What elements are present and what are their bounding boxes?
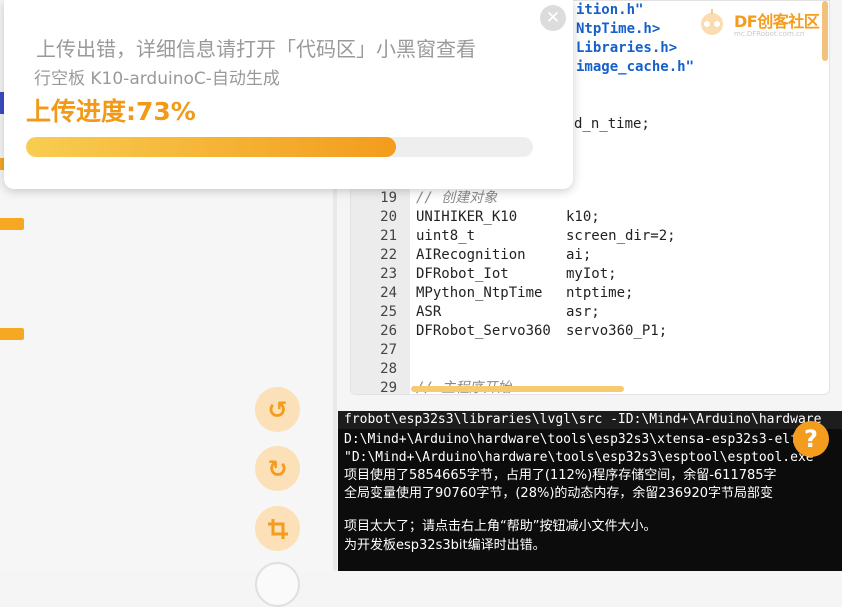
- code-variable: servo360_P1;: [566, 323, 668, 339]
- redo-button[interactable]: ↻: [255, 446, 300, 491]
- code-line: 20 UNIHIKER_K10 k10;: [351, 208, 829, 227]
- line-number: 21: [380, 228, 397, 244]
- code-line: 19 // 创建对象: [351, 189, 829, 208]
- close-button[interactable]: ✕: [540, 5, 566, 31]
- code-type: MPython_NtpTime: [416, 285, 543, 301]
- code-line: 21 uint8_t screen_dir=2;: [351, 227, 829, 246]
- line-number: 27: [380, 342, 397, 358]
- robot-logo-icon: [701, 9, 723, 35]
- line-number: 19: [380, 190, 397, 206]
- terminal-line: 项目太大了；请点击右上角“帮助”按钮减小文件大小。: [344, 519, 657, 534]
- code-line: 27: [351, 341, 829, 360]
- code-type: AIRecognition: [416, 247, 526, 263]
- terminal-line: 项目使用了5854665字节，占用了(112%)程序存储空间，余留-611785…: [344, 468, 777, 483]
- crop-button[interactable]: [255, 506, 300, 551]
- code-variable: screen_dir=2;: [566, 228, 676, 244]
- upload-progress-fill: [26, 137, 397, 157]
- upload-progress-label: 上传进度:73%: [26, 97, 196, 126]
- code-type: UNIHIKER_K10: [416, 209, 518, 225]
- df-community-logo[interactable]: DF创客社区 mc.DFRobot.com.cn: [690, 2, 828, 46]
- undo-icon: ↺: [267, 395, 288, 424]
- code-line: 24 MPython_NtpTime ntptime;: [351, 284, 829, 303]
- code-type: DFRobot_Servo360: [416, 323, 551, 339]
- code-type: ASR: [416, 304, 442, 320]
- dialog-title: 上传出错，详细信息请打开「代码区」小黑窗查看: [36, 37, 476, 61]
- close-icon: ✕: [545, 8, 561, 28]
- line-number: 28: [380, 361, 397, 377]
- line-number: 26: [380, 323, 397, 339]
- line-number: 23: [380, 266, 397, 282]
- question-icon: ?: [804, 425, 818, 453]
- undo-button[interactable]: ↺: [255, 387, 300, 432]
- code-comment: // 创建对象: [416, 190, 498, 206]
- workspace-block-tab[interactable]: [0, 218, 24, 230]
- zoom-button[interactable]: [255, 562, 300, 607]
- terminal-output[interactable]: frobot\esp32s3\libraries\lvgl\src -ID:\M…: [338, 411, 842, 571]
- code-type: DFRobot_Iot: [416, 266, 509, 282]
- upload-progress-dialog: 上传出错，详细信息请打开「代码区」小黑窗查看 行空板 K10-arduinoC-…: [4, 0, 573, 189]
- code-type: uint8_t: [416, 228, 476, 244]
- terminal-line: "D:\Mind+\Arduino\hardware\tools\esp32s3…: [344, 450, 822, 465]
- line-number: 29: [380, 380, 397, 395]
- code-variable: k10;: [566, 209, 600, 225]
- workspace-block-tab[interactable]: [0, 328, 24, 340]
- code-variable: asr;: [566, 304, 600, 320]
- help-button[interactable]: ?: [793, 421, 829, 457]
- logo-text: DF创客社区: [734, 12, 820, 31]
- terminal-line: 全局变量使用了90760字节，(28%)的动态内存，余留236920字节局部变: [344, 486, 774, 501]
- upload-progress-bar: [26, 137, 533, 157]
- code-variable: ai;: [566, 247, 592, 263]
- terminal-line: 为开发板esp32s3bit编译时出错。: [344, 538, 546, 553]
- line-number: 20: [380, 209, 397, 225]
- code-line: 23 DFRobot_Iot myIot;: [351, 265, 829, 284]
- crop-icon: [267, 518, 288, 539]
- line-number: 22: [380, 247, 397, 263]
- code-line: 28: [351, 360, 829, 379]
- line-number: 25: [380, 304, 397, 320]
- line-number: 24: [380, 285, 397, 301]
- logo-url: mc.DFRobot.com.cn: [734, 30, 805, 38]
- code-line: 22 AIRecognition ai;: [351, 246, 829, 265]
- dialog-subtitle: 行空板 K10-arduinoC-自动生成: [34, 69, 280, 89]
- code-line: 26 DFRobot_Servo360 servo360_P1;: [351, 322, 829, 341]
- terminal-line: frobot\esp32s3\libraries\lvgl\src -ID:\M…: [344, 412, 822, 427]
- code-line: 25 ASR asr;: [351, 303, 829, 322]
- terminal-line: D:\Mind+\Arduino\hardware\tools\esp32s3\…: [344, 432, 822, 447]
- code-variable: myIot;: [566, 266, 617, 282]
- code-horizontal-scrollbar[interactable]: [411, 386, 624, 392]
- redo-icon: ↻: [267, 454, 288, 483]
- code-variable: ntptime;: [566, 285, 634, 301]
